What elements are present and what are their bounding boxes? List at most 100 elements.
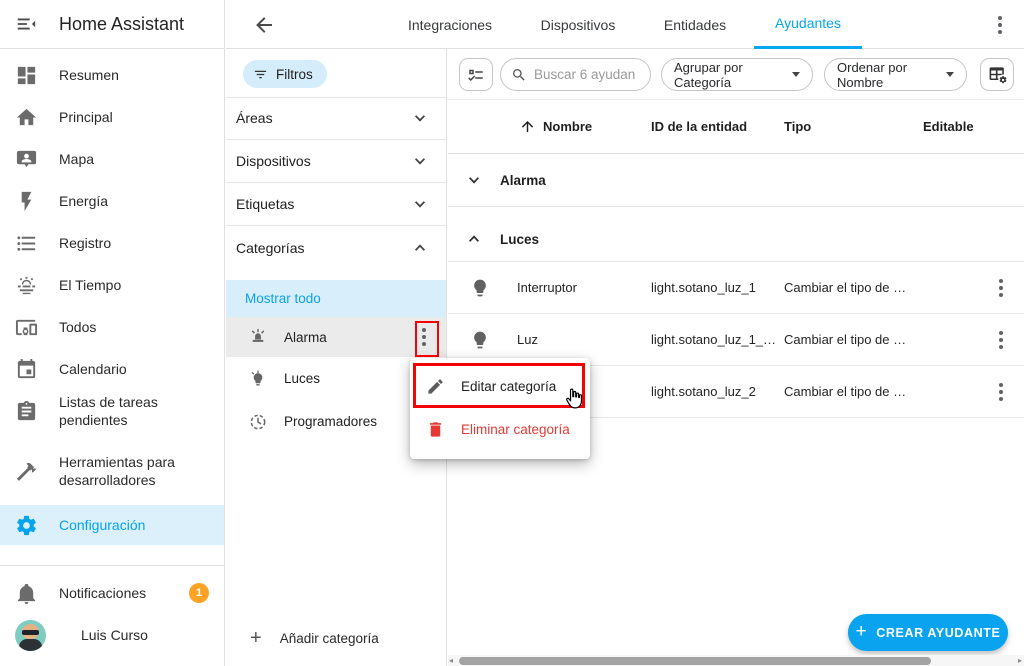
cell-tipo: Cambiar el tipo de … <box>784 332 907 347</box>
scroll-left-arrow-icon[interactable]: ◂ <box>449 656 453 665</box>
filter-icon <box>254 70 267 78</box>
sidebar-item-resumen[interactable]: Resumen <box>0 54 224 96</box>
chevron-down-icon <box>464 170 484 190</box>
sidebar-item-energia[interactable]: Energía <box>0 180 224 222</box>
menu-item-edit-category[interactable]: Editar categoría <box>410 365 590 408</box>
table-settings-button[interactable] <box>980 58 1014 91</box>
weather-icon <box>15 274 38 297</box>
plus-icon: + <box>855 620 868 642</box>
avatar <box>15 619 46 651</box>
cell-entity-id: light.sotano_luz_1_… <box>651 332 777 347</box>
table-cog-icon <box>989 67 1007 84</box>
selection-mode-button[interactable] <box>459 58 493 91</box>
lightning-icon <box>15 190 38 213</box>
search-field[interactable] <box>500 58 651 91</box>
cell-tipo: Cambiar el tipo de … <box>784 384 907 399</box>
menu-open-icon[interactable] <box>15 13 37 35</box>
cell-entity-id: light.sotano_luz_2 <box>651 384 756 399</box>
tab-integraciones[interactable]: Integraciones <box>400 0 500 49</box>
group-row-luces[interactable]: Luces <box>448 217 1024 262</box>
sidebar-nav: Resumen Principal Mapa Energía Registro … <box>0 49 224 545</box>
category-item-alarma[interactable]: Alarma <box>226 317 446 357</box>
lightbulb-icon <box>470 330 490 350</box>
lightbulb-icon <box>248 369 268 389</box>
filters-button[interactable]: Filtros <box>243 60 327 88</box>
row-menu-icon[interactable] <box>992 277 1010 299</box>
group-row-alarma[interactable]: Alarma <box>448 154 1024 207</box>
cell-entity-id: light.sotano_luz_1 <box>651 280 756 295</box>
accordion-dispositivos[interactable]: Dispositivos <box>226 140 446 183</box>
list-icon <box>15 232 38 255</box>
pencil-icon <box>428 379 443 394</box>
accordion-areas[interactable]: Áreas <box>226 97 446 140</box>
category-show-all[interactable]: Mostrar todo <box>226 280 446 317</box>
chevron-up-icon <box>464 229 484 249</box>
table-header: Nombre ID de la entidad Tipo Editable <box>448 100 1024 154</box>
sidebar-bottom: Notificaciones 1 Luis Curso <box>0 565 224 666</box>
add-category-button[interactable]: + Añadir categoría <box>226 618 446 658</box>
caret-down-icon <box>792 72 800 77</box>
category-context-menu: Editar categoría Eliminar categoría <box>410 358 590 459</box>
account-map-icon <box>15 148 38 171</box>
sidebar-item-configuracion[interactable]: Configuración <box>0 505 224 545</box>
chevron-down-icon <box>410 194 430 214</box>
settings-tabs: Integraciones Dispositivos Entidades Ayu… <box>226 0 1024 49</box>
gear-icon <box>15 514 38 537</box>
home-icon <box>15 106 38 129</box>
search-input[interactable] <box>534 67 644 82</box>
sidebar-item-todos[interactable]: Todos <box>0 306 224 348</box>
row-menu-icon[interactable] <box>992 381 1010 403</box>
app-sidebar: Home Assistant Resumen Principal Mapa En… <box>0 0 225 666</box>
search-icon <box>513 68 525 81</box>
sidebar-item-principal[interactable]: Principal <box>0 96 224 138</box>
lightbulb-icon <box>470 278 490 298</box>
scrollbar-thumb[interactable] <box>459 656 931 665</box>
clipboard-icon <box>15 400 38 423</box>
tab-dispositivos[interactable]: Dispositivos <box>528 0 628 49</box>
column-header-editable[interactable]: Editable <box>923 100 974 153</box>
top-header: Integraciones Dispositivos Entidades Ayu… <box>226 0 1024 49</box>
table-row[interactable]: Interruptor light.sotano_luz_1 Cambiar e… <box>448 262 1024 314</box>
app-sidebar-header: Home Assistant <box>0 0 224 49</box>
siren-icon <box>248 327 268 347</box>
sidebar-item-user[interactable]: Luis Curso <box>4 614 224 656</box>
notification-badge: 1 <box>189 583 209 603</box>
sidebar-item-el-tiempo[interactable]: El Tiempo <box>0 264 224 306</box>
accordion-etiquetas[interactable]: Etiquetas <box>226 183 446 226</box>
overflow-menu-icon[interactable] <box>990 14 1010 36</box>
sidebar-item-herramientas-desarrolladores[interactable]: Herramientas para desarrolladores <box>0 442 224 500</box>
devices-icon <box>15 316 38 339</box>
accordion-categorias[interactable]: Categorías <box>226 226 446 269</box>
column-header-tipo[interactable]: Tipo <box>784 100 811 153</box>
category-alarma-menu-icon[interactable] <box>416 327 432 347</box>
chevron-down-icon <box>410 151 430 171</box>
table-toolbar: Agrupar por Categoría Ordenar por Nombre <box>448 49 1024 100</box>
sort-arrow-up-icon[interactable] <box>519 100 536 153</box>
scroll-right-arrow-icon[interactable]: ▸ <box>1018 656 1022 665</box>
tab-ayudantes[interactable]: Ayudantes <box>754 0 862 49</box>
menu-item-delete-category[interactable]: Eliminar categoría <box>410 408 590 451</box>
calendar-icon <box>15 358 38 381</box>
app-title: Home Assistant <box>59 13 185 34</box>
list-status-icon <box>468 69 483 81</box>
cell-tipo: Cambiar el tipo de … <box>784 280 907 295</box>
sidebar-item-mapa[interactable]: Mapa <box>0 138 224 180</box>
group-by-button[interactable]: Agrupar por Categoría <box>661 58 813 91</box>
column-header-entity-id[interactable]: ID de la entidad <box>651 100 747 153</box>
sidebar-item-registro[interactable]: Registro <box>0 222 224 264</box>
horizontal-scrollbar[interactable]: ◂ ▸ <box>448 655 1024 666</box>
tab-entidades[interactable]: Entidades <box>650 0 740 49</box>
chevron-up-icon <box>410 238 430 258</box>
caret-down-icon <box>946 72 954 77</box>
sidebar-item-calendario[interactable]: Calendario <box>0 348 224 390</box>
sidebar-item-listas-tareas[interactable]: Listas de tareas pendientes <box>0 390 224 432</box>
cell-name: Interruptor <box>517 280 577 295</box>
timer-icon <box>248 412 268 432</box>
sort-by-button[interactable]: Ordenar por Nombre <box>824 58 967 91</box>
create-helper-button[interactable]: + CREAR AYUDANTE <box>848 614 1008 651</box>
sidebar-item-notificaciones[interactable]: Notificaciones 1 <box>0 572 224 614</box>
column-header-nombre[interactable]: Nombre <box>543 100 592 153</box>
hammer-icon <box>15 460 38 483</box>
row-menu-icon[interactable] <box>992 329 1010 351</box>
dashboard-icon <box>15 64 38 87</box>
